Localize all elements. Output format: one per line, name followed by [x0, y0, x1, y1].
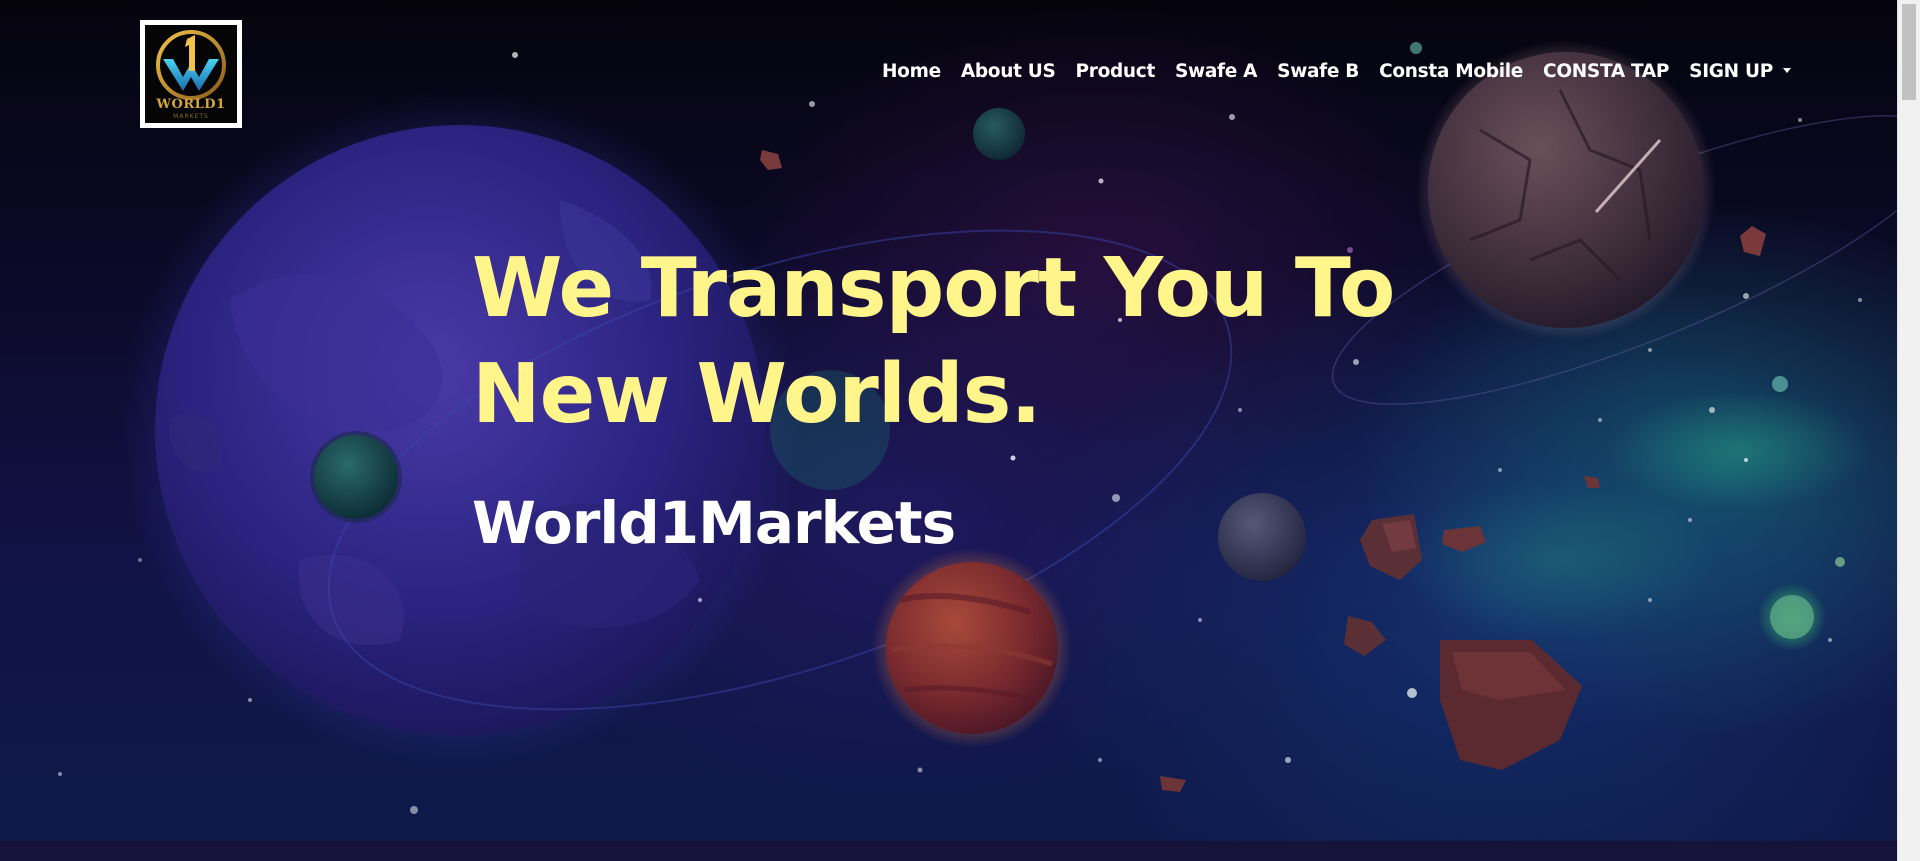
nav-item-sign-up-label: SIGN UP	[1689, 61, 1773, 82]
page-scrollbar[interactable]	[1897, 0, 1920, 861]
hero-headline-line-2: New Worlds.	[472, 347, 1042, 442]
page: WORLD1 MARKETS Home About US Product Swa…	[0, 0, 1920, 861]
logo-subtext: MARKETS	[173, 113, 209, 120]
nav-item-swafe-a[interactable]: Swafe A	[1165, 58, 1267, 86]
nav-item-consta-tap[interactable]: CONSTA TAP	[1533, 58, 1679, 86]
brand-logo[interactable]: WORLD1 MARKETS	[140, 20, 242, 128]
hero-brand-title: World1Markets	[472, 489, 956, 557]
hero-headline: We Transport You To New Worlds.	[472, 236, 1472, 448]
nav-item-sign-up-dropdown[interactable]: SIGN UP	[1679, 58, 1801, 86]
next-section-edge	[0, 841, 1898, 861]
nav-item-swafe-b[interactable]: Swafe B	[1267, 58, 1369, 86]
chevron-down-icon	[1782, 67, 1791, 73]
hero-headline-line-1: We Transport You To	[472, 241, 1395, 336]
nav-item-home[interactable]: Home	[872, 58, 951, 86]
logo-wordmark: WORLD1	[156, 97, 226, 112]
nav-item-about-us[interactable]: About US	[951, 58, 1066, 86]
hero-section: WORLD1 MARKETS Home About US Product Swa…	[0, 0, 1898, 841]
nav-item-consta-mobile[interactable]: Consta Mobile	[1369, 58, 1533, 86]
nav-item-product[interactable]: Product	[1066, 58, 1166, 86]
main-nav: Home About US Product Swafe A Swafe B Co…	[872, 58, 1801, 86]
scrollbar-thumb[interactable]	[1902, 4, 1916, 100]
